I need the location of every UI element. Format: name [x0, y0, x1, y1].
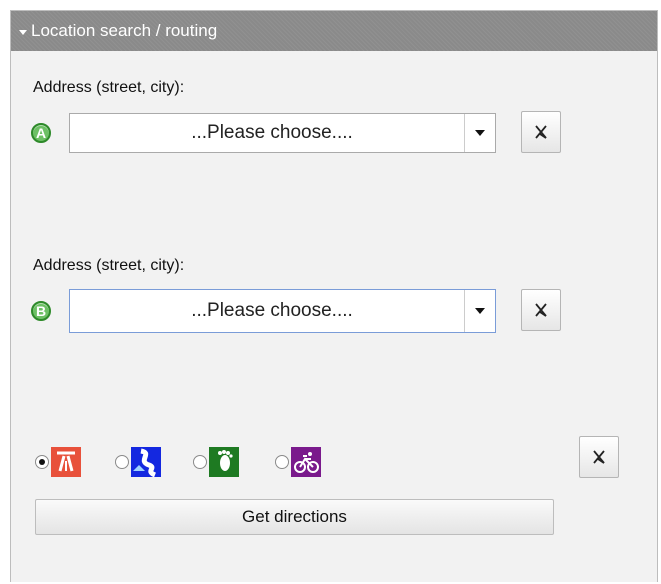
collapse-triangle-icon	[19, 29, 27, 35]
clear-address-a-button[interactable]	[521, 111, 561, 153]
clear-icon	[535, 125, 547, 139]
waypoint-a-badge: A	[31, 123, 51, 143]
address-b-select[interactable]: ...Please choose....	[69, 289, 496, 333]
chevron-down-icon[interactable]	[464, 114, 495, 152]
mode-cycling-radio[interactable]	[275, 455, 289, 469]
mode-walking-radio[interactable]	[193, 455, 207, 469]
scenic-road-icon[interactable]	[131, 447, 161, 478]
motorway-icon[interactable]	[51, 447, 81, 477]
address-a-label: Address (street, city):	[33, 79, 185, 96]
clear-icon	[593, 450, 605, 464]
clear-address-b-button[interactable]	[521, 289, 561, 331]
mode-scenic-radio[interactable]	[115, 455, 129, 469]
bicycle-icon[interactable]	[291, 447, 321, 477]
address-a-select-value: ...Please choose....	[191, 122, 353, 143]
clear-icon	[535, 303, 547, 317]
panel-title: Location search / routing	[31, 21, 218, 40]
clear-route-button[interactable]	[579, 436, 619, 478]
get-directions-button[interactable]: Get directions	[35, 499, 554, 535]
panel-header[interactable]: Location search / routing	[11, 11, 657, 51]
location-search-panel: Location search / routing Address (stree…	[10, 10, 658, 582]
address-b-label: Address (street, city):	[33, 257, 185, 274]
address-a-select[interactable]: ...Please choose....	[69, 113, 496, 153]
mode-car-radio[interactable]	[35, 455, 49, 469]
footprint-icon[interactable]	[209, 447, 239, 477]
address-b-select-value: ...Please choose....	[191, 300, 353, 321]
chevron-down-icon[interactable]	[464, 290, 495, 332]
waypoint-b-badge: B	[31, 301, 51, 321]
